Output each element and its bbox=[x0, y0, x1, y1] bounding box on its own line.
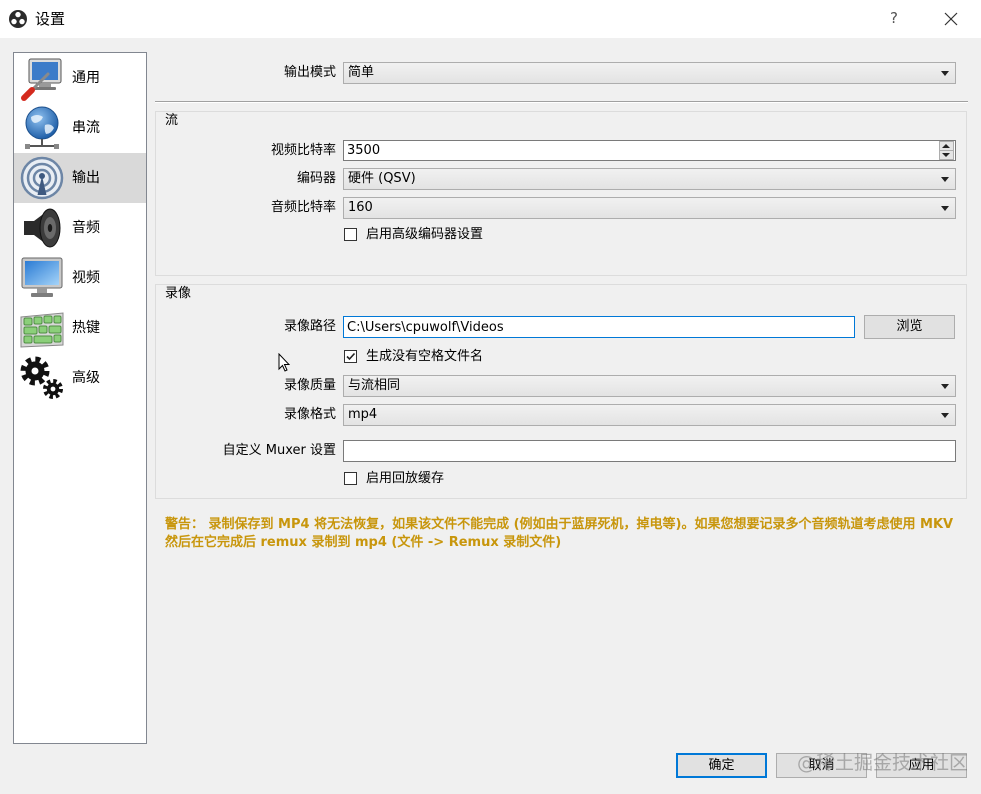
advanced-encoder-checkbox[interactable]: 启用高级编码器设置 bbox=[344, 227, 644, 242]
chevron-down-icon bbox=[941, 177, 949, 182]
recording-format-select[interactable]: mp4 bbox=[343, 404, 956, 426]
recording-format-label: 录像格式 bbox=[283, 407, 336, 422]
no-space-filename-label: 生成没有空格文件名 bbox=[366, 349, 484, 364]
checkbox-box bbox=[344, 472, 357, 485]
sidebar-item-label: 热键 bbox=[72, 320, 100, 336]
chevron-down-icon bbox=[941, 413, 949, 418]
sidebar-item-general[interactable]: 通用 bbox=[14, 53, 146, 103]
ok-button[interactable]: 确定 bbox=[676, 753, 767, 778]
arrow-down-icon bbox=[942, 153, 950, 157]
custom-muxer-label: 自定义 Muxer 设置 bbox=[222, 443, 336, 458]
sidebar-item-stream[interactable]: 串流 bbox=[14, 103, 146, 153]
stream-icon bbox=[19, 105, 65, 151]
cancel-button[interactable]: 取消 bbox=[776, 753, 867, 778]
recording-quality-select[interactable]: 与流相同 bbox=[343, 375, 956, 397]
encoder-value: 硬件 (QSV) bbox=[348, 171, 416, 186]
video-bitrate-label: 视频比特率 bbox=[270, 143, 336, 158]
sidebar-item-audio[interactable]: 音频 bbox=[14, 203, 146, 253]
encoder-select[interactable]: 硬件 (QSV) bbox=[343, 168, 956, 190]
checkbox-box bbox=[344, 350, 357, 363]
recording-path-input[interactable] bbox=[343, 316, 855, 338]
replay-buffer-checkbox[interactable]: 启用回放缓存 bbox=[344, 471, 644, 486]
apply-button[interactable]: 应用 bbox=[876, 753, 967, 778]
output-mode-label: 输出模式 bbox=[283, 65, 336, 80]
obs-logo-icon bbox=[8, 9, 28, 29]
checkmark-icon bbox=[346, 352, 356, 361]
replay-buffer-label: 启用回放缓存 bbox=[366, 471, 445, 486]
output-mode-select[interactable]: 简单 bbox=[343, 62, 956, 84]
sidebar-item-video[interactable]: 视频 bbox=[14, 253, 146, 303]
sidebar-item-label: 音频 bbox=[72, 220, 100, 236]
sidebar-item-label: 串流 bbox=[72, 120, 100, 136]
video-icon bbox=[19, 255, 65, 301]
recording-group-title: 录像 bbox=[165, 286, 192, 301]
sidebar-item-output[interactable]: 输出 bbox=[14, 153, 146, 203]
sidebar-item-label: 高级 bbox=[72, 370, 100, 386]
sidebar-item-label: 输出 bbox=[72, 170, 100, 186]
help-button[interactable]: ? bbox=[885, 9, 903, 27]
sidebar-item-advanced[interactable]: 高级 bbox=[14, 353, 146, 403]
chevron-down-icon bbox=[941, 71, 949, 76]
chevron-down-icon bbox=[941, 384, 949, 389]
close-button[interactable] bbox=[943, 11, 959, 27]
no-space-filename-checkbox[interactable]: 生成没有空格文件名 bbox=[344, 349, 644, 364]
browse-button[interactable]: 浏览 bbox=[864, 315, 955, 339]
recording-path-label: 录像路径 bbox=[283, 319, 336, 334]
general-icon bbox=[19, 55, 65, 101]
audio-bitrate-value: 160 bbox=[348, 200, 373, 215]
hotkeys-icon bbox=[19, 305, 65, 351]
custom-muxer-input[interactable] bbox=[343, 440, 956, 462]
spin-down-button[interactable] bbox=[939, 150, 954, 160]
sidebar-item-label: 通用 bbox=[72, 70, 100, 86]
recording-quality-label: 录像质量 bbox=[283, 378, 336, 393]
sidebar-item-label: 视频 bbox=[72, 270, 100, 286]
output-mode-value: 简单 bbox=[348, 65, 375, 80]
video-bitrate-input[interactable] bbox=[344, 141, 936, 160]
settings-category-list[interactable]: 通用 串流 输出 音频 视频 热键 高级 bbox=[13, 52, 147, 744]
close-icon bbox=[943, 12, 959, 31]
checkbox-box bbox=[344, 228, 357, 241]
audio-bitrate-select[interactable]: 160 bbox=[343, 197, 956, 219]
video-bitrate-spinbox[interactable] bbox=[343, 140, 956, 161]
recording-format-value: mp4 bbox=[348, 407, 378, 422]
recording-quality-value: 与流相同 bbox=[348, 378, 401, 393]
output-icon bbox=[19, 155, 65, 201]
arrow-up-icon bbox=[942, 144, 950, 148]
window-title: 设置 bbox=[35, 10, 66, 28]
audio-bitrate-label: 音频比特率 bbox=[270, 200, 336, 215]
title-bar: 设置 ? bbox=[0, 0, 981, 38]
streaming-group: 流 bbox=[155, 111, 967, 276]
sidebar-item-hotkeys[interactable]: 热键 bbox=[14, 303, 146, 353]
encoder-label: 编码器 bbox=[296, 171, 336, 186]
audio-icon bbox=[19, 205, 65, 251]
streaming-group-title: 流 bbox=[165, 113, 179, 128]
advanced-icon bbox=[19, 355, 65, 401]
mp4-warning-text: 警告： 录制保存到 MP4 将无法恢复，如果该文件不能完成 (例如由于蓝屏死机，… bbox=[165, 517, 954, 550]
advanced-encoder-label: 启用高级编码器设置 bbox=[366, 227, 484, 242]
chevron-down-icon bbox=[941, 206, 949, 211]
section-divider bbox=[155, 101, 968, 103]
